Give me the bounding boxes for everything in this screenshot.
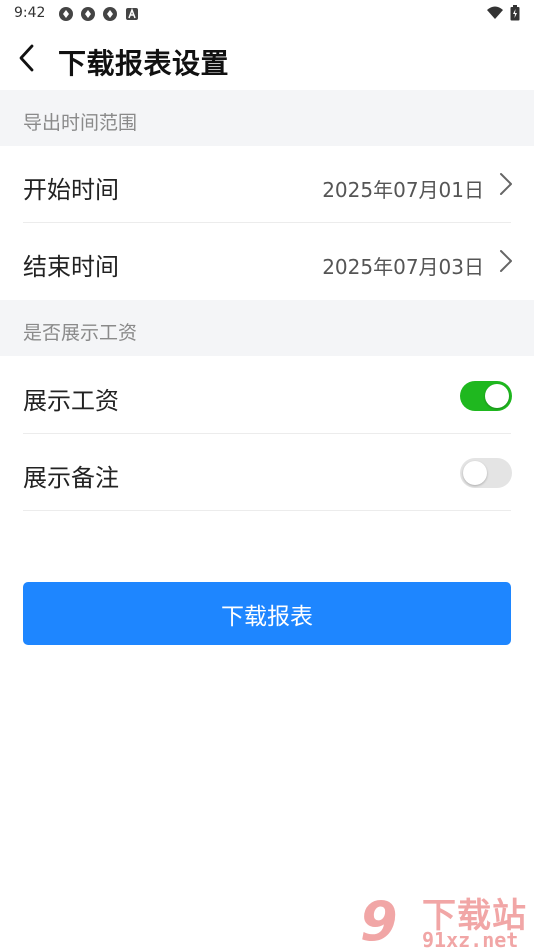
chevron-left-icon (19, 44, 34, 72)
show-salary-label: 展示工资 (23, 387, 119, 415)
chevron-right-icon (500, 173, 512, 195)
system-icons (486, 5, 520, 21)
chevron-right-icon (500, 250, 512, 272)
end-time-label: 结束时间 (23, 253, 119, 281)
start-time-row[interactable]: 开始时间 2025年07月01日 (0, 146, 534, 223)
section-header-time-range: 导出时间范围 (0, 90, 534, 146)
watermark-logo: 9 (360, 890, 398, 950)
end-time-row[interactable]: 结束时间 2025年07月03日 (0, 223, 534, 300)
sync-icon (81, 7, 95, 21)
show-salary-toggle[interactable] (460, 381, 512, 411)
nav-bar: 下载报表设置 (0, 28, 534, 90)
show-notes-label: 展示备注 (23, 464, 119, 492)
download-report-button[interactable]: 下载报表 (23, 582, 511, 645)
toggle-knob (485, 384, 509, 408)
watermark-url: 91xz.net (422, 928, 519, 950)
wifi-icon (487, 6, 503, 19)
sync-icon (103, 7, 117, 21)
status-time: 9:42 (14, 5, 46, 21)
end-time-value: 2025年07月03日 (322, 255, 484, 279)
show-notes-toggle[interactable] (460, 458, 512, 488)
toggle-knob (463, 461, 487, 485)
start-time-value: 2025年07月01日 (322, 178, 484, 202)
sync-icon (59, 7, 73, 21)
start-time-label: 开始时间 (23, 176, 119, 204)
show-salary-row: 展示工资 (0, 357, 534, 434)
back-button[interactable] (8, 40, 44, 76)
page-title: 下载报表设置 (58, 47, 230, 80)
watermark: 9 下载站 91xz.net (360, 888, 530, 950)
a-icon (126, 7, 138, 20)
status-bar: 9:42 (0, 0, 534, 28)
notification-icons (58, 6, 140, 22)
divider (23, 510, 511, 511)
section-header-label: 是否展示工资 (23, 322, 138, 344)
section-header-label: 导出时间范围 (23, 112, 138, 134)
show-notes-row: 展示备注 (0, 434, 534, 511)
section-header-display: 是否展示工资 (0, 300, 534, 356)
battery-icon (510, 5, 520, 21)
